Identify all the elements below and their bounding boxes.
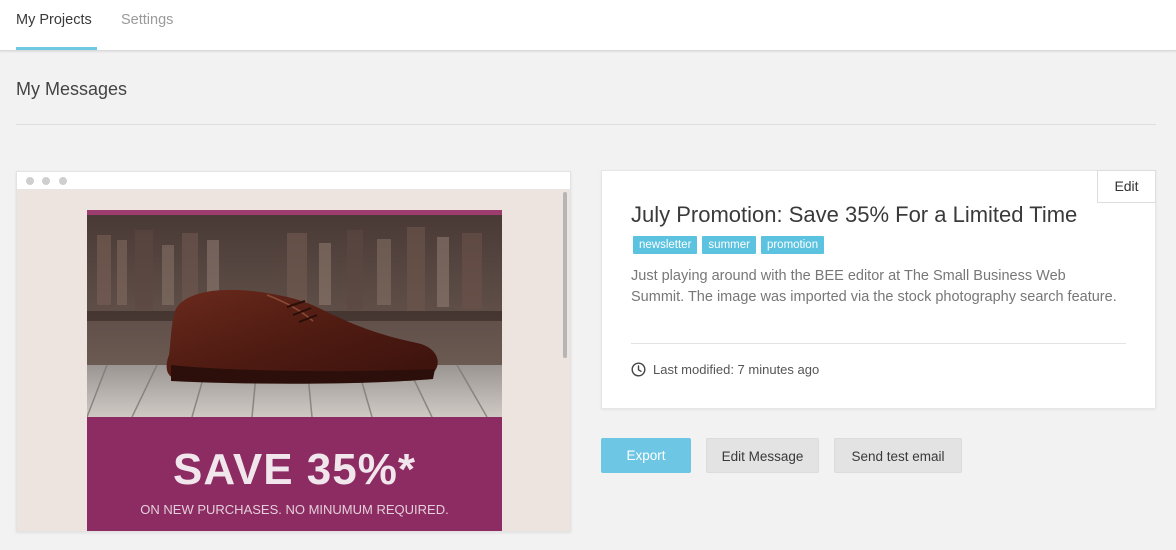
- window-dot-icon: [26, 177, 34, 185]
- window-dot-icon: [59, 177, 67, 185]
- preview-window-bar: [17, 172, 570, 190]
- last-modified: Last modified: 7 minutes ago: [631, 362, 819, 377]
- shoe-image: [87, 215, 502, 417]
- message-description: Just playing around with the BEE editor …: [631, 268, 1117, 305]
- divider: [16, 124, 1156, 125]
- tag-newsletter[interactable]: newsletter: [633, 236, 698, 254]
- tab-settings[interactable]: Settings: [121, 0, 173, 50]
- card-divider: [631, 343, 1126, 344]
- clock-icon: [631, 362, 646, 377]
- message-title: July Promotion: Save 35% For a Limited T…: [631, 202, 1078, 227]
- edit-message-button[interactable]: Edit Message: [706, 438, 819, 473]
- tag-summer[interactable]: summer: [702, 236, 756, 254]
- message-preview[interactable]: SAVE 35%* ON NEW PURCHASES. NO MINUMUM R…: [16, 171, 571, 532]
- top-nav: My Projects Settings: [0, 0, 1176, 51]
- export-button[interactable]: Export: [601, 438, 691, 473]
- offer-subline: ON NEW PURCHASES. NO MINUMUM REQUIRED.: [140, 502, 449, 517]
- preview-scrollbar[interactable]: [563, 192, 567, 358]
- email-offer-block: SAVE 35%* ON NEW PURCHASES. NO MINUMUM R…: [87, 417, 502, 531]
- email-content: SAVE 35%* ON NEW PURCHASES. NO MINUMUM R…: [87, 210, 502, 531]
- tag-promotion[interactable]: promotion: [760, 236, 825, 254]
- offer-headline: SAVE 35%*: [173, 445, 416, 494]
- send-test-email-button[interactable]: Send test email: [834, 438, 962, 473]
- window-dot-icon: [42, 177, 50, 185]
- last-modified-text: Last modified: 7 minutes ago: [653, 362, 820, 377]
- edit-button[interactable]: Edit: [1097, 170, 1156, 203]
- tag-list: newsletter summer promotion: [633, 236, 825, 254]
- message-card: Edit July Promotion: Save 35% For a Limi…: [601, 170, 1156, 409]
- page-title: My Messages: [16, 79, 128, 99]
- tab-my-projects[interactable]: My Projects: [16, 0, 97, 50]
